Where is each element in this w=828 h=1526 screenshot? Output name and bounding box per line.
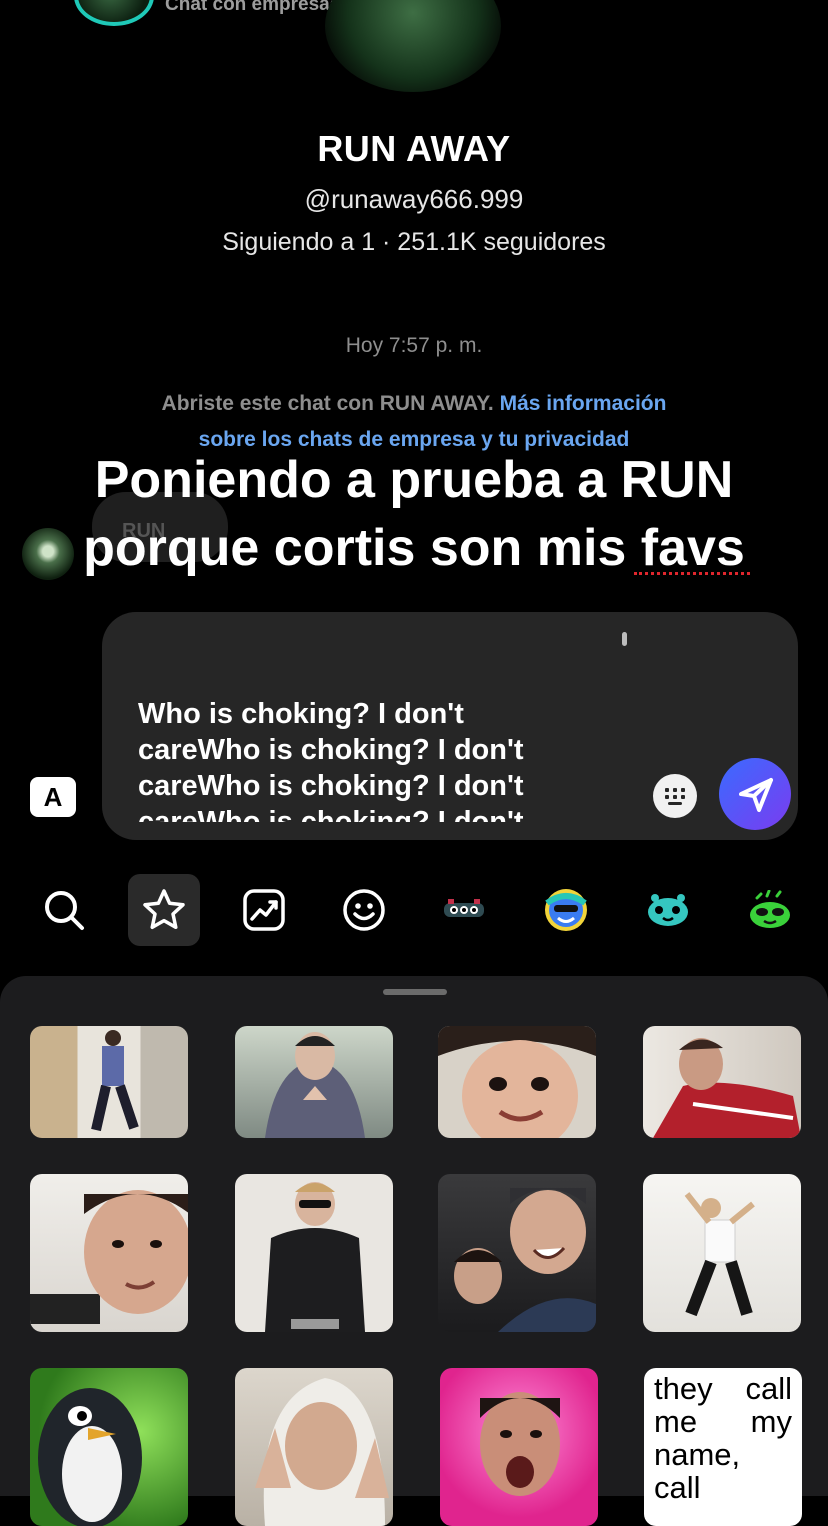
sticker-pack-1-icon bbox=[444, 899, 484, 917]
sticker-dancer-hallway[interactable] bbox=[30, 1026, 188, 1138]
sticker-pack-3-icon bbox=[648, 894, 688, 926]
keyboard-toggle-button[interactable] bbox=[653, 774, 697, 818]
header-avatar[interactable] bbox=[74, 0, 154, 26]
search-icon bbox=[45, 891, 84, 930]
back-arrow-icon[interactable] bbox=[30, 0, 52, 8]
star-icon bbox=[143, 889, 185, 930]
sticker-pack-2-icon bbox=[545, 889, 587, 931]
more-info-link[interactable]: Más información bbox=[500, 392, 667, 415]
sticker-two-guys-laughing[interactable] bbox=[438, 1174, 596, 1332]
header-subtitle: Chat con empresas bbox=[165, 0, 341, 15]
sticker-pack-4-icon bbox=[750, 890, 790, 928]
tab-emoji[interactable] bbox=[328, 874, 400, 946]
chat-info-text: Abriste este chat con RUN AWAY. bbox=[161, 392, 500, 415]
tab-search[interactable] bbox=[28, 874, 100, 946]
chat-timestamp: Hoy 7:57 p. m. bbox=[345, 334, 483, 357]
chat-info-notice: Abriste este chat con RUN AWAY. Más info… bbox=[0, 392, 828, 416]
tab-sticker-pack-3[interactable] bbox=[632, 874, 704, 946]
sticker-penguin[interactable] bbox=[30, 1368, 188, 1526]
profile-avatar[interactable] bbox=[325, 0, 501, 92]
trending-icon bbox=[243, 889, 285, 931]
sticker-white-hood-hands[interactable] bbox=[235, 1368, 393, 1526]
tab-trending[interactable] bbox=[228, 874, 300, 946]
sticker-sunglasses-leather[interactable] bbox=[235, 1174, 393, 1332]
tab-sticker-pack-1[interactable] bbox=[428, 874, 500, 946]
profile-handle: @runaway666.999 bbox=[304, 184, 524, 214]
tab-sticker-pack-2[interactable] bbox=[530, 874, 602, 946]
profile-stats: Siguiendo a 1 · 251.1K seguidores bbox=[222, 228, 606, 256]
composer-scrollbar[interactable] bbox=[622, 632, 627, 646]
sticker-hoodie-clap[interactable] bbox=[235, 1026, 393, 1138]
send-icon bbox=[739, 778, 773, 812]
sticker-pink-scream[interactable] bbox=[440, 1368, 598, 1526]
keyboard-icon bbox=[665, 788, 685, 805]
message-input[interactable]: Who is choking? I don't careWho is choki… bbox=[138, 696, 608, 822]
sticker-text-they-call-me[interactable]: they call me my name, call bbox=[644, 1368, 802, 1526]
smiley-icon bbox=[343, 889, 385, 931]
sticker-face-piano-room[interactable] bbox=[30, 1174, 188, 1332]
spellcheck-underline bbox=[634, 566, 750, 575]
privacy-info-link[interactable]: sobre los chats de empresa y tu privacid… bbox=[0, 428, 828, 452]
sticker-red-tracksuit[interactable] bbox=[643, 1026, 801, 1138]
profile-name: RUN AWAY bbox=[317, 128, 511, 169]
sheet-drag-handle[interactable] bbox=[383, 989, 447, 995]
send-button[interactable] bbox=[719, 758, 791, 830]
tab-sticker-pack-4[interactable] bbox=[734, 874, 806, 946]
keyboard-language-button[interactable]: A bbox=[30, 777, 76, 817]
tab-favorites[interactable] bbox=[128, 874, 200, 946]
sticker-dancing-white-shirt[interactable] bbox=[643, 1174, 801, 1332]
overlay-caption-line1: Poniendo a prueba a RUN bbox=[94, 451, 734, 509]
sticker-smiling-face-closeup[interactable] bbox=[438, 1026, 596, 1138]
